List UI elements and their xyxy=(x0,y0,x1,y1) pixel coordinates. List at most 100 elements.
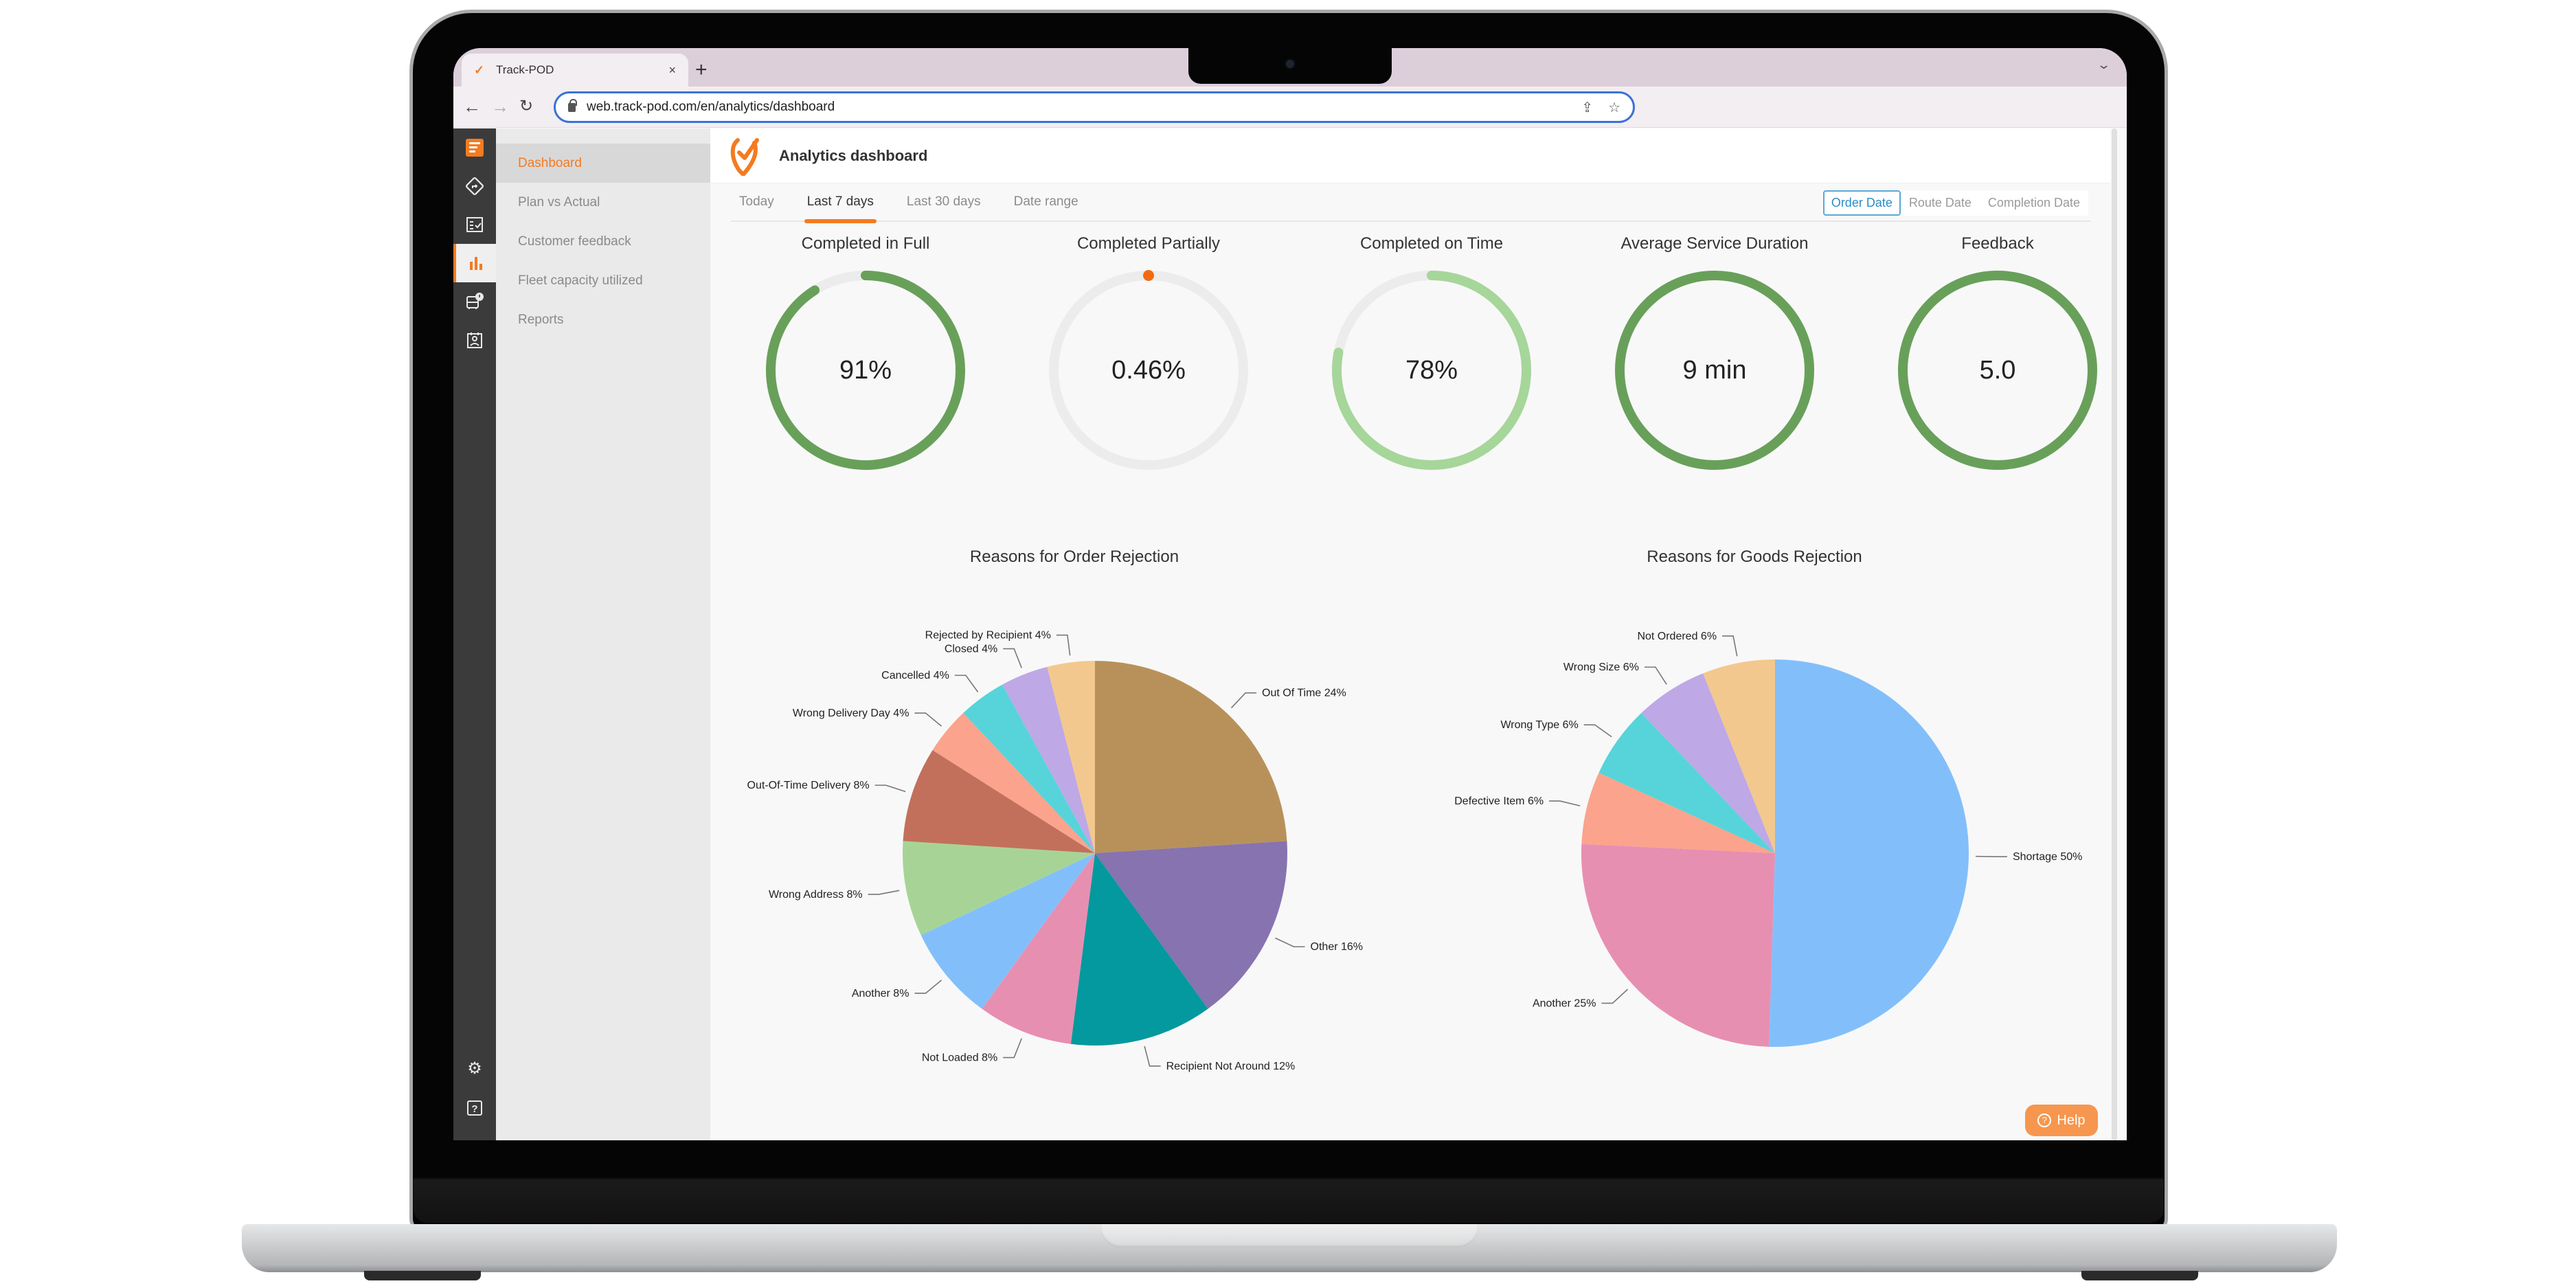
help-button[interactable]: ? Help xyxy=(2025,1105,2098,1136)
close-tab-icon[interactable]: × xyxy=(668,63,676,78)
sidebar-item-plan-vs-actual[interactable]: Plan vs Actual xyxy=(496,183,710,222)
kpi-completed-on-time: Completed on Time 78% xyxy=(1308,230,1555,473)
page-title: Analytics dashboard xyxy=(779,146,928,164)
rail-item-dashboard-logo[interactable] xyxy=(453,128,496,167)
leader-line xyxy=(1003,1038,1022,1059)
rail-item-help[interactable]: ? xyxy=(453,1089,496,1127)
help-circle-icon: ? xyxy=(2037,1114,2052,1127)
kpi-title: Completed in Full xyxy=(801,234,930,253)
url-text[interactable]: web.track-pod.com/en/analytics/dashboard xyxy=(587,100,1566,115)
slice-label-defective-item: Defective Item 6% xyxy=(1454,795,1544,807)
route-date-button[interactable]: Route Date xyxy=(1901,190,1980,216)
rail-item-orders[interactable] xyxy=(453,205,496,244)
lock-icon[interactable] xyxy=(568,98,577,112)
leader-line xyxy=(1003,648,1022,668)
track-pod-logo-icon xyxy=(730,137,759,176)
rail-item-settings[interactable]: ⚙ xyxy=(453,1049,496,1087)
kpi-ring-wrap: 9 min xyxy=(1612,267,1818,473)
tab-last-30-days[interactable]: Last 30 days xyxy=(907,183,981,221)
route-icon xyxy=(466,177,484,195)
back-arrow-icon[interactable]: ← xyxy=(463,96,481,117)
share-icon[interactable]: ⇪ xyxy=(1581,99,1593,116)
laptop-screen: ✓ Track-POD × + ⌄ ← → ↻ web.track-pod.co… xyxy=(453,48,2127,1140)
icon-rail: ⚙ ? xyxy=(453,128,496,1140)
slice-label-out-of-time: Out Of Time 24% xyxy=(1262,688,1346,699)
bookmark-star-icon[interactable]: ☆ xyxy=(1608,99,1620,116)
leader-line xyxy=(914,712,942,727)
sidebar-item-reports[interactable]: Reports xyxy=(496,300,710,339)
tab-date-range[interactable]: Date range xyxy=(1014,183,1078,221)
leader-line xyxy=(1583,724,1612,738)
rail-item-routes[interactable] xyxy=(453,167,496,205)
sidebar-item-fleet-capacity[interactable]: Fleet capacity utilized xyxy=(496,261,710,300)
order-date-button[interactable]: Order Date xyxy=(1822,190,1901,216)
pie-slice-out-of-time[interactable] xyxy=(1095,661,1287,853)
kpi-row: Completed in Full 91% Completed Partiall… xyxy=(710,230,2119,491)
leader-line xyxy=(1549,800,1581,806)
slice-label-shortage: Shortage 50% xyxy=(2013,851,2082,863)
reload-icon[interactable]: ↻ xyxy=(519,96,533,117)
track-pod-app: ⚙ ? Dashboard Plan vs Actual Customer fe… xyxy=(453,128,2127,1140)
order-rejection-chart: Reasons for Order Rejection Out Of Time … xyxy=(731,547,1418,1138)
leader-line xyxy=(1056,634,1071,656)
svg-text:?: ? xyxy=(471,1103,477,1115)
kpi-average-service-duration: Average Service Duration 9 min xyxy=(1591,230,1838,473)
leader-line xyxy=(874,784,906,793)
checklist-icon xyxy=(466,217,483,232)
camera-icon xyxy=(1286,60,1294,68)
sidebar-item-dashboard[interactable]: Dashboard xyxy=(496,144,710,183)
leader-line xyxy=(1601,988,1629,1004)
leader-line xyxy=(1644,666,1667,685)
rail-item-drivers[interactable] xyxy=(453,321,496,359)
analytics-sidebar: Dashboard Plan vs Actual Customer feedba… xyxy=(496,128,710,1140)
vehicle-alert-icon xyxy=(466,293,484,309)
order-rejection-pie: Out Of Time 24% Other 16% Recipient Not Ar… xyxy=(747,630,1363,1072)
dashboard-logo-icon xyxy=(466,139,484,157)
help-question-icon: ? xyxy=(467,1100,482,1116)
scrollbar-thumb[interactable] xyxy=(2112,128,2117,1140)
browser-tab-active[interactable]: ✓ Track-POD × xyxy=(462,54,688,87)
slice-label-closed: Closed 4% xyxy=(945,643,997,655)
slice-label-wrong-type: Wrong Type 6% xyxy=(1500,719,1578,731)
tab-last-7-days[interactable]: Last 7 days xyxy=(804,183,877,223)
kpi-ring-wrap: 0.46% xyxy=(1046,267,1252,473)
leader-line xyxy=(868,890,900,895)
kpi-value: 5.0 xyxy=(1979,356,2016,385)
new-tab-button[interactable]: + xyxy=(695,56,708,84)
completion-date-button[interactable]: Completion Date xyxy=(1980,190,2088,216)
goods-rejection-pie: Shortage 50% Another 25% Defective Item 6%… xyxy=(1454,631,2082,1047)
kpi-title: Completed on Time xyxy=(1359,234,1504,253)
pie-slice-shortage[interactable] xyxy=(1769,659,1969,1047)
date-type-toggle: Order Date Route Date Completion Date xyxy=(1822,190,2088,216)
sidebar-item-customer-feedback[interactable]: Customer feedback xyxy=(496,222,710,261)
rail-item-analytics[interactable] xyxy=(453,244,496,282)
slice-label-wrong-delivery-day: Wrong Delivery Day 4% xyxy=(793,708,909,719)
forward-arrow-icon[interactable]: → xyxy=(491,96,509,117)
pie-slice-another[interactable] xyxy=(1581,844,1775,1047)
slice-label-wrong-size: Wrong Size 6% xyxy=(1563,662,1639,673)
leader-line xyxy=(1275,937,1305,948)
kpi-ring-wrap: 91% xyxy=(762,267,969,473)
tab-search-chevron-icon[interactable]: ⌄ xyxy=(2097,58,2111,72)
kpi-completed-partially: Completed Partially 0.46% xyxy=(1025,230,1272,473)
kpi-value: 91% xyxy=(839,356,892,385)
slice-label-recipient-not-around: Recipient Not Around 12% xyxy=(1166,1061,1296,1072)
laptop-lid-opener xyxy=(1100,1224,1478,1247)
driver-badge-icon xyxy=(467,332,482,348)
rail-item-fleet[interactable] xyxy=(453,282,496,321)
laptop-foot-right xyxy=(2081,1271,2198,1280)
kpi-feedback: Feedback 5.0 xyxy=(1874,230,2121,473)
slice-label-another: Another 25% xyxy=(1533,997,1596,1009)
scrollbar-track[interactable] xyxy=(2110,128,2119,1140)
leader-line xyxy=(1230,692,1257,709)
goods-rejection-chart: Reasons for Goods Rejection Shortage 50%… xyxy=(1411,547,2098,1138)
slice-label-rejected-by-recipient: Rejected by Recipient 4% xyxy=(925,630,1051,642)
address-bar[interactable]: web.track-pod.com/en/analytics/dashboard… xyxy=(554,91,1635,123)
slice-label-not-loaded: Not Loaded 8% xyxy=(922,1052,997,1064)
settings-gear-icon: ⚙ xyxy=(467,1059,482,1078)
browser-toolbar: ← → ↻ web.track-pod.com/en/analytics/das… xyxy=(453,87,2127,128)
leader-line xyxy=(954,675,979,692)
tab-today[interactable]: Today xyxy=(739,183,774,221)
analytics-bar-icon xyxy=(470,257,482,270)
slice-label-other: Other 16% xyxy=(1311,941,1363,953)
